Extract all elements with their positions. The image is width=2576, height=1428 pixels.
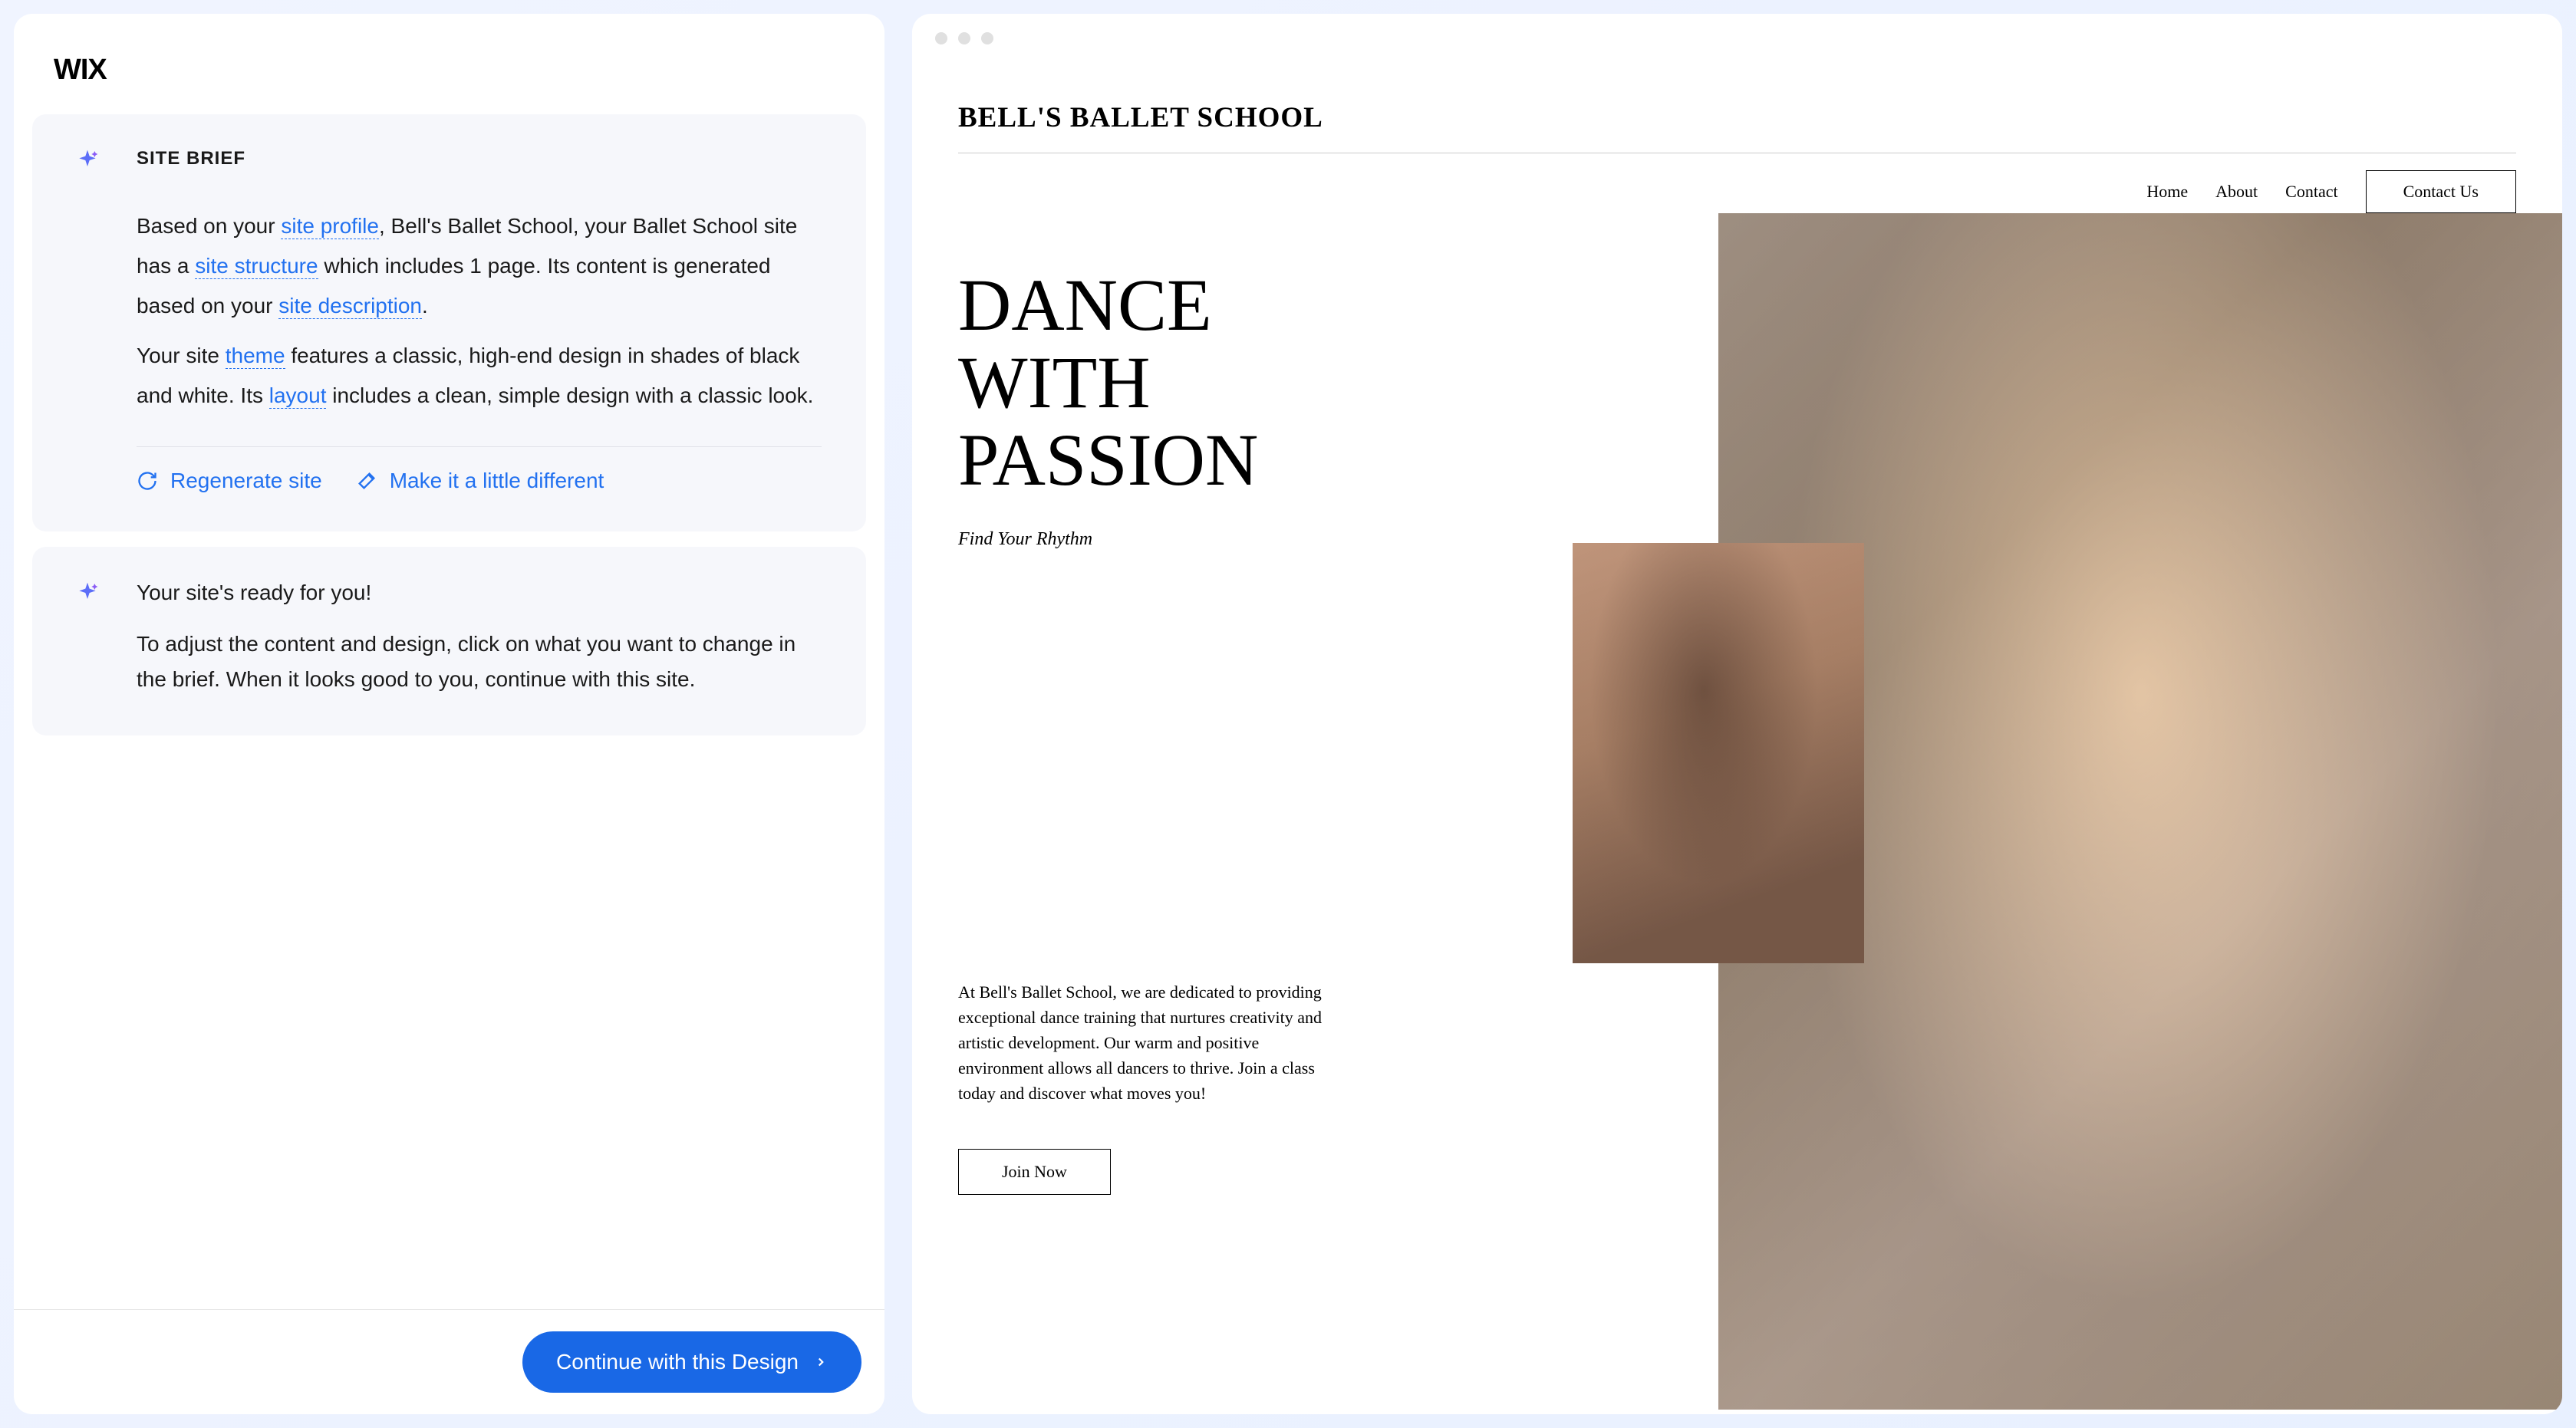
site-description-link[interactable]: site description [278,294,422,319]
site-title[interactable]: BELL'S BALLET SCHOOL [958,101,2516,153]
site-nav: Home About Contact Contact Us [958,170,2516,213]
site-preview-panel: BELL'S BALLET SCHOOL Home About Contact … [912,14,2562,1414]
browser-chrome [912,14,2562,63]
regenerate-site-button[interactable]: Regenerate site [137,469,322,493]
nav-home[interactable]: Home [2146,182,2188,202]
browser-dot [981,32,993,44]
hero-image-small [1573,543,1864,963]
chevron-right-icon [814,1355,828,1369]
layout-link[interactable]: layout [269,383,327,409]
site-preview[interactable]: BELL'S BALLET SCHOOL Home About Contact … [912,63,2562,1414]
theme-link[interactable]: theme [226,344,285,369]
ready-text: To adjust the content and design, click … [137,627,822,697]
brief-paragraph-2: Your site theme features a classic, high… [137,336,822,416]
brief-actions: Regenerate site Make it a little differe… [137,469,822,493]
brief-text: Your site [137,344,226,367]
continue-label: Continue with this Design [556,1350,799,1374]
browser-dot [935,32,947,44]
make-different-button[interactable]: Make it a little different [356,469,604,493]
regenerate-label: Regenerate site [170,469,322,493]
make-different-label: Make it a little different [390,469,604,493]
brief-text: includes a clean, simple design with a c… [326,383,813,407]
sparkle-icon [75,148,100,173]
browser-dot [958,32,970,44]
hero-section: DANCE WITH PASSION Find Your Rhythm At B… [958,267,2516,1195]
brief-paragraph-1: Based on your site profile, Bell's Balle… [137,206,822,325]
brief-heading: SITE BRIEF [137,148,822,169]
site-brief-card: SITE BRIEF Based on your site profile, B… [32,114,866,531]
ready-heading: Your site's ready for you! [137,581,822,605]
magic-wand-icon [356,470,377,492]
brief-text: . [422,294,428,318]
divider [137,446,822,447]
wix-logo: WIX [54,54,884,87]
site-profile-link[interactable]: site profile [281,214,379,239]
footer-bar: Continue with this Design [14,1309,884,1414]
contact-us-button[interactable]: Contact Us [2366,170,2516,213]
brief-text: Based on your [137,214,281,238]
refresh-icon [137,470,158,492]
body-text: At Bell's Ballet School, we are dedicate… [958,979,1326,1106]
join-now-button[interactable]: Join Now [958,1149,1111,1195]
site-structure-link[interactable]: site structure [195,254,318,279]
nav-about[interactable]: About [2215,182,2258,202]
left-sidebar: WIX SITE BRIEF Based on your site profil… [14,14,884,1414]
sparkle-icon [75,581,100,605]
logo-area: WIX [14,14,884,114]
nav-contact[interactable]: Contact [2285,182,2337,202]
continue-button[interactable]: Continue with this Design [522,1331,861,1393]
site-ready-card: Your site's ready for you! To adjust the… [32,547,866,735]
